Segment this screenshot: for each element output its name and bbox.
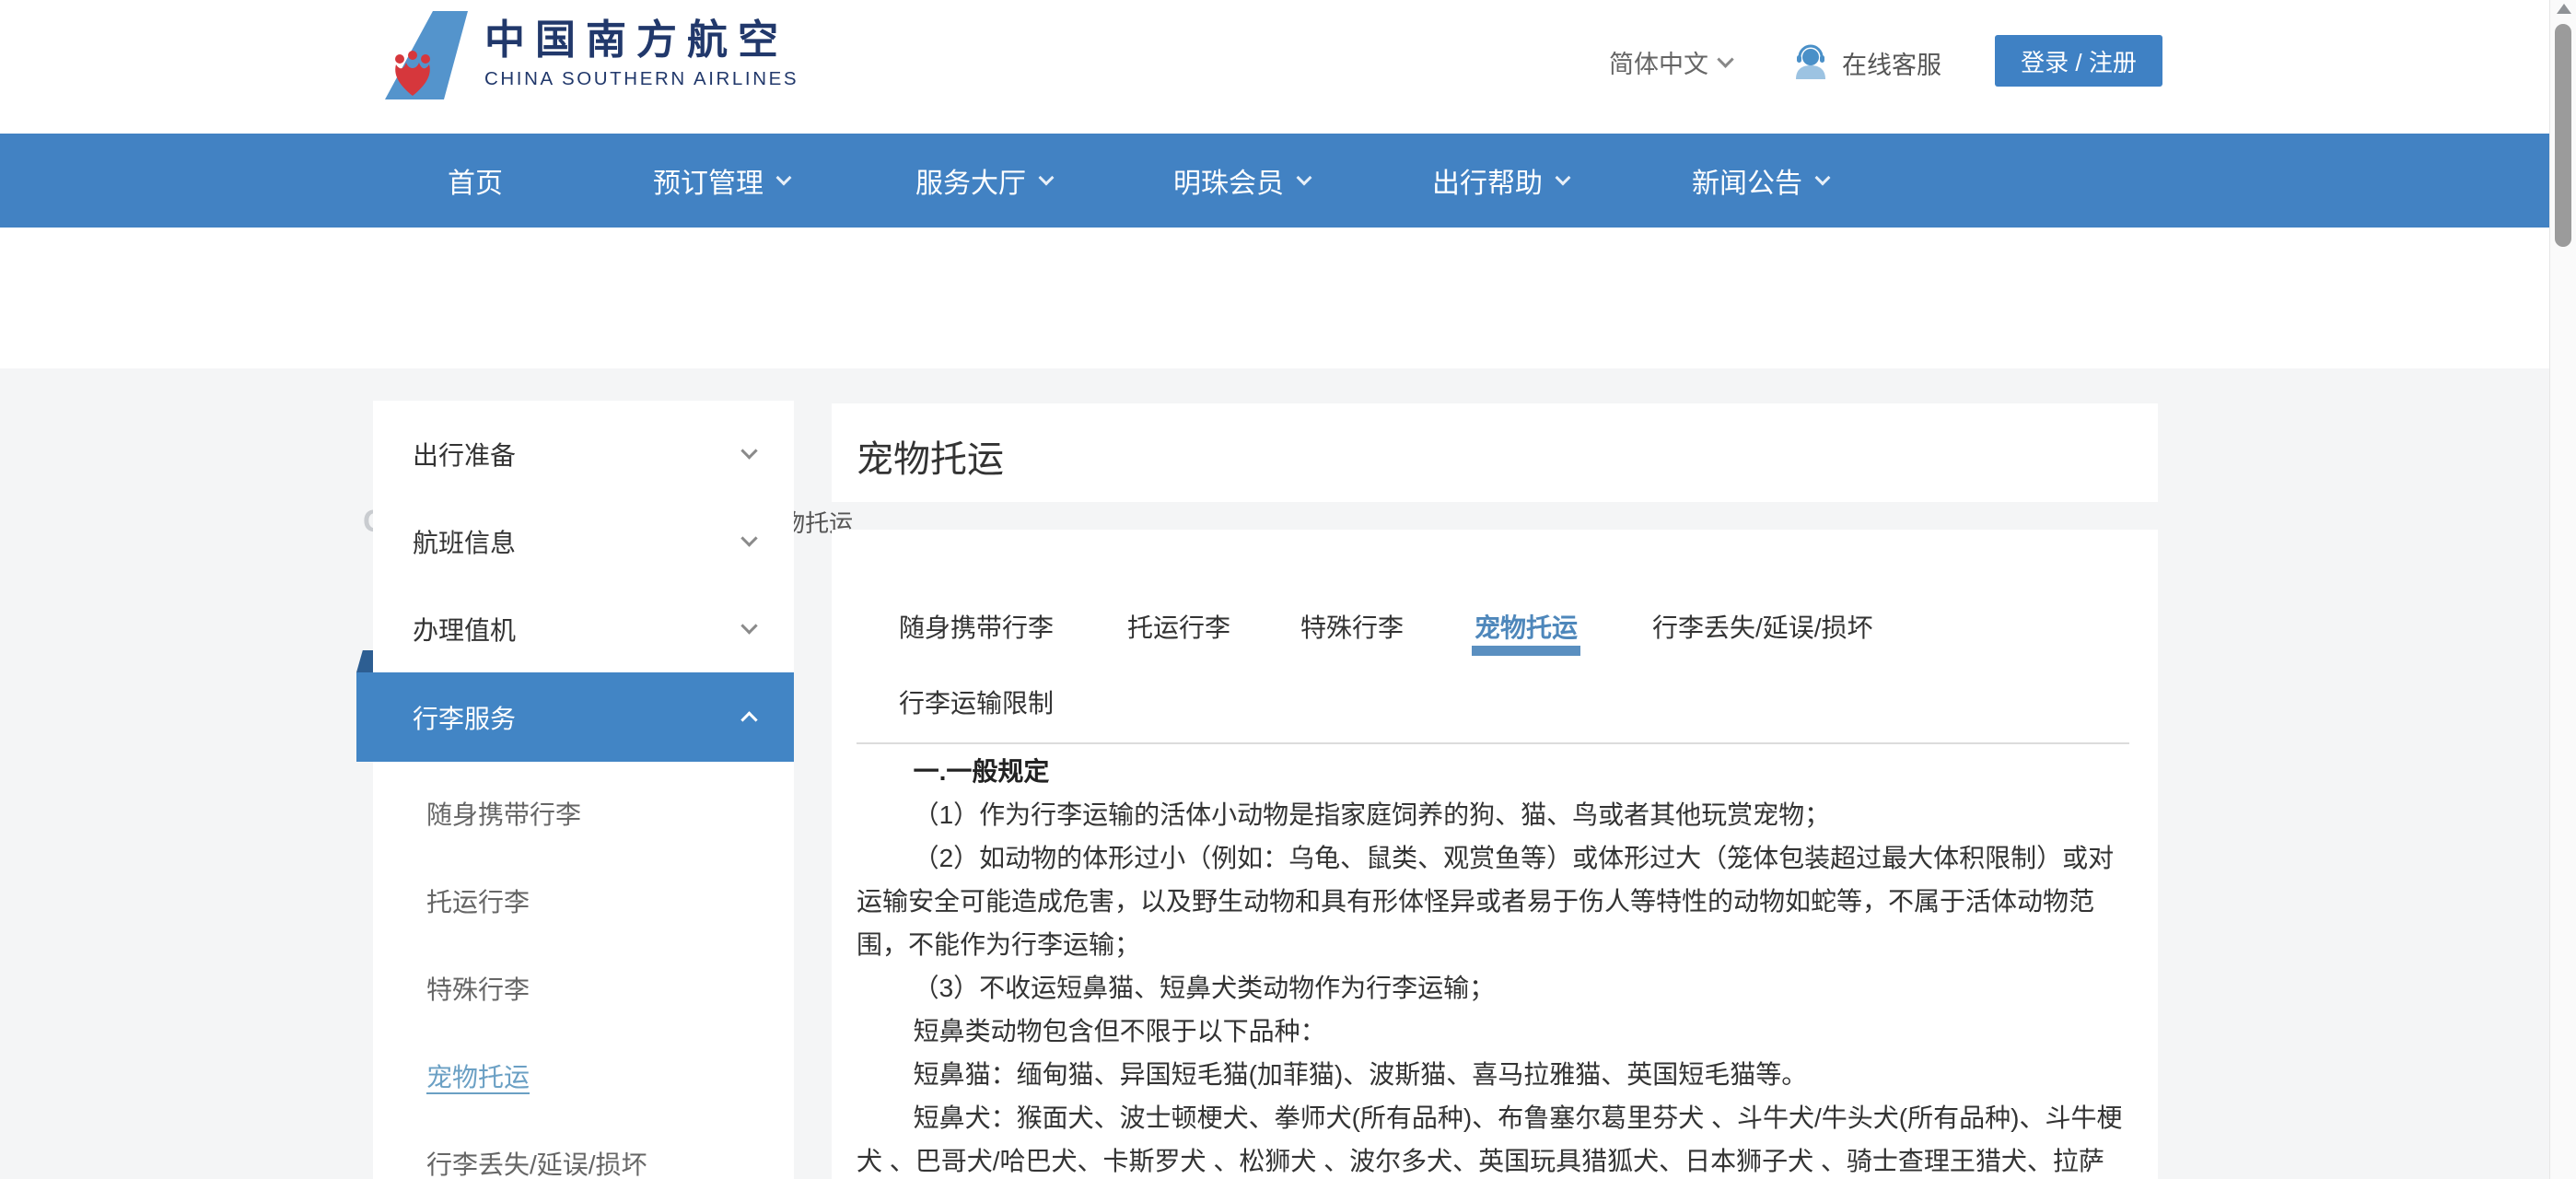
tail-fin-logo-icon [379,11,468,99]
tabs-divider [857,742,2129,744]
tab-baggage-transport-limit[interactable]: 行李运输限制 [899,683,1054,720]
language-label: 简体中文 [1609,51,1708,78]
active-tab-underline [1472,646,1580,656]
sidebar-item-checkin[interactable]: 办理值机 [373,585,794,672]
article-body: 一.一般规定 （1）作为行李运输的活体小动物是指家庭饲养的狗、猫、鸟或者其他玩赏… [857,750,2137,1179]
logo-text-en: CHINA SOUTHERN AIRLINES [484,68,799,90]
nav-item-service-hall[interactable]: 服务大厅 [915,134,1055,228]
rule-paragraph: （1）作为行李运输的活体小动物是指家庭饲养的狗、猫、鸟或者其他玩赏宠物； [913,800,1831,829]
airline-logo[interactable]: 中国南方航空 CHINA SOUTHERN AIRLINES [379,11,798,99]
sidebar-sub-checked-baggage[interactable]: 托运行李 [373,857,794,944]
nav-item-pearl-member[interactable]: 明珠会员 [1173,134,1312,228]
nav-item-news[interactable]: 新闻公告 [1692,134,1831,228]
chevron-down-icon [775,169,792,186]
chevron-down-icon [1717,51,1734,68]
logo-text: 中国南方航空 CHINA SOUTHERN AIRLINES [484,11,798,90]
sidebar: 出行准备 航班信息 办理值机 行李服务 随身携带行李 托运行李 特殊行李 宠物托… [356,401,794,1179]
section-heading: 一.一般规定 [913,757,1050,786]
sidebar-item-travel-prep[interactable]: 出行准备 [373,410,794,497]
chevron-down-icon [740,442,758,460]
chevron-down-icon [740,530,758,547]
chevron-down-icon [1296,169,1312,186]
breadcrumb-strip: G 首页 > 出行帮助 > 行李服务 > 宠物托运 [0,228,2549,539]
vertical-scrollbar[interactable] [2549,0,2576,1179]
tab-special-baggage[interactable]: 特殊行李 [1300,608,1404,645]
nav-item-travel-help[interactable]: 出行帮助 [1432,134,1571,228]
chevron-up-icon [740,711,758,729]
language-selector[interactable]: 简体中文 [1609,44,1734,80]
sidebar-item-flight-info[interactable]: 航班信息 [373,497,794,585]
rule-paragraph: 短鼻类动物包含但不限于以下品种： [913,1017,1326,1045]
nav-item-home[interactable]: 首页 [448,134,503,228]
chevron-down-icon [1555,169,1571,186]
sidebar-sub-carryon-baggage[interactable]: 随身携带行李 [373,769,794,857]
content-card: 随身携带行李 托运行李 特殊行李 宠物托运 行李丢失/延误/损坏 行李运输限制 … [832,530,2158,1179]
tab-carryon-baggage[interactable]: 随身携带行李 [899,608,1054,645]
rule-paragraph: （2）如动物的体形过小（例如：乌龟、鼠类、观赏鱼等）或体形过大（笼体包装超过最大… [857,844,2115,959]
rule-paragraph: 短鼻犬：猴面犬、波士顿梗犬、拳师犬(所有品种)、布鲁塞尔葛里芬犬 、斗牛犬/牛头… [857,1103,2123,1175]
chevron-down-icon [1814,169,1831,186]
page: 中国南方航空 CHINA SOUTHERN AIRLINES 简体中文 在线客服… [0,0,2576,1179]
tab-baggage-lost[interactable]: 行李丢失/延误/损坏 [1652,608,1873,645]
rule-paragraph: （3）不收运短鼻猫、短鼻犬类动物作为行李运输； [913,974,1496,1002]
page-title: 宠物托运 [857,439,1004,480]
logo-text-cn: 中国南方航空 [484,18,788,63]
site-header: 中国南方航空 CHINA SOUTHERN AIRLINES 简体中文 在线客服… [0,0,2549,134]
sidebar-item-baggage-service-active[interactable]: 行李服务 [356,650,794,762]
login-register-button[interactable]: 登录 / 注册 [1995,35,2162,87]
headset-agent-icon [1796,44,1825,79]
scrollbar-thumb[interactable] [2555,24,2571,247]
scroll-up-arrow-icon[interactable] [2557,4,2571,14]
title-card: 宠物托运 [832,403,2158,502]
tab-pet-transport[interactable]: 宠物托运 [1474,608,1578,645]
ribbon-fold [356,650,373,672]
sidebar-sub-baggage-lost[interactable]: 行李丢失/延误/损坏 [373,1119,794,1179]
sidebar-sub-pet-transport[interactable]: 宠物托运 [373,1032,794,1119]
sidebar-sub-special-baggage[interactable]: 特殊行李 [373,944,794,1032]
tab-checked-baggage[interactable]: 托运行李 [1127,608,1230,645]
nav-item-booking[interactable]: 预订管理 [653,134,792,228]
sidebar-sublist: 随身携带行李 托运行李 特殊行李 宠物托运 行李丢失/延误/损坏 [373,762,794,1179]
chevron-down-icon [740,617,758,635]
online-service-link[interactable]: 在线客服 [1790,44,1941,81]
rule-paragraph: 短鼻猫：缅甸猫、异国短毛猫(加菲猫)、波斯猫、喜马拉雅猫、英国短毛猫等。 [913,1060,1808,1089]
online-service-label: 在线客服 [1842,51,1941,79]
chevron-down-icon [1038,169,1055,186]
main-nav: 首页 预订管理 服务大厅 明珠会员 出行帮助 新闻公告 [0,134,2549,228]
